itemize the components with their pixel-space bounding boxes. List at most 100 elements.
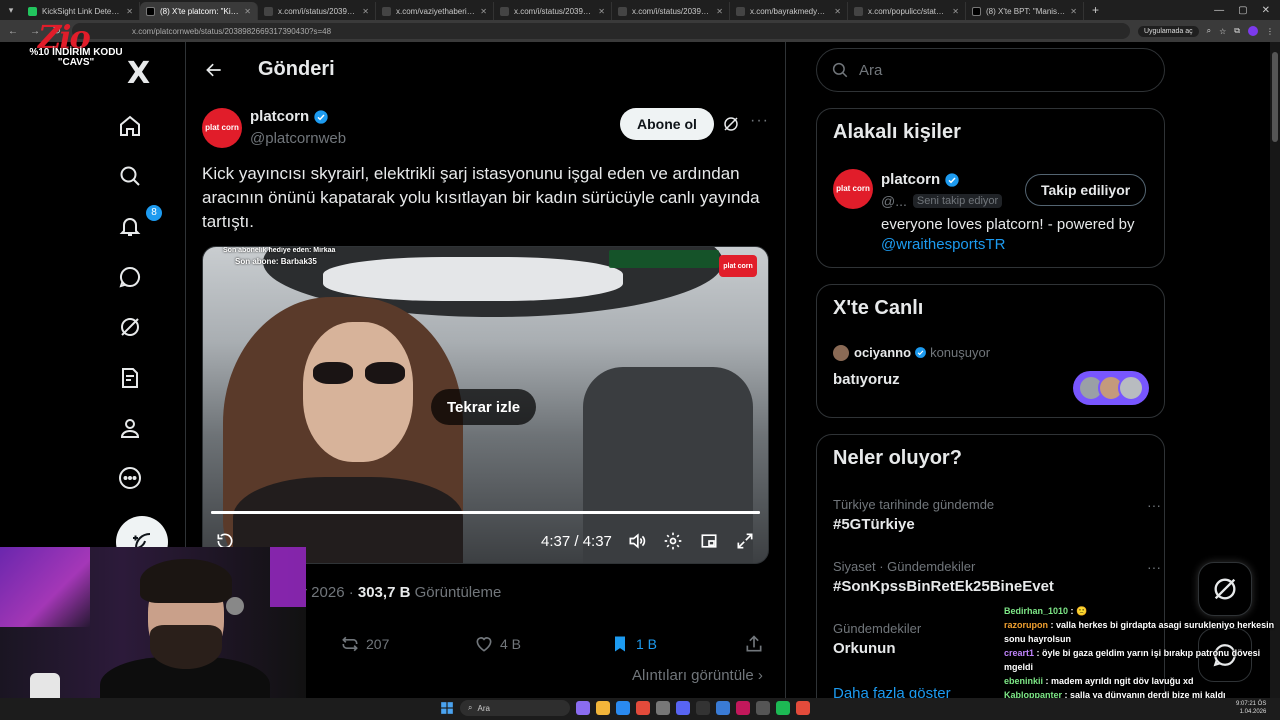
taskbar-app-icon[interactable] — [656, 701, 670, 715]
browser-menu-icon[interactable]: ⋮ — [1266, 27, 1274, 36]
close-icon[interactable]: ✕ — [598, 7, 605, 16]
chat-text: : madem ayrıldı ngit döv lavuğu xd — [1043, 676, 1194, 686]
related-people-card: Alakalı kişiler plat corn platcorn @... … — [816, 108, 1165, 268]
trend-name: #5GTürkiye — [833, 516, 915, 533]
windows-start-icon[interactable] — [440, 701, 454, 715]
user-handle[interactable]: @... — [881, 193, 907, 209]
tab-favicon — [264, 6, 273, 16]
file-explorer-icon[interactable] — [596, 701, 610, 715]
trend-more-icon[interactable]: ··· — [1147, 497, 1161, 513]
tab-favicon — [146, 6, 155, 16]
taskbar-search[interactable]: ⌕ Ara — [460, 700, 570, 716]
close-icon[interactable]: ✕ — [716, 7, 723, 16]
browser-tab-bar: ▾ KickSight Link Detector ✕ (8) X'te plat… — [0, 0, 1280, 20]
browser-tab[interactable]: (8) X'te BPT: "Manisa'da 2 ayd ✕ — [966, 2, 1084, 20]
browser-tab-active[interactable]: (8) X'te platcorn: "Kick yayıncısı ✕ — [140, 2, 258, 20]
back-nav-icon[interactable]: ← — [6, 26, 20, 37]
card-title: Neler oluyor? — [833, 447, 962, 469]
browser-tab[interactable]: x.com/populicc/status/19418 ✕ — [848, 2, 966, 20]
grok-explain-icon[interactable] — [722, 115, 740, 133]
lists-icon[interactable] — [117, 365, 143, 391]
home-icon[interactable] — [117, 113, 143, 139]
taskbar-app-icon[interactable] — [736, 701, 750, 715]
bookmark-count: 1 B — [636, 636, 658, 652]
repost-button[interactable]: 207 — [340, 634, 389, 654]
video-progress-bar[interactable] — [211, 511, 760, 514]
trend-more-icon[interactable]: ··· — [1147, 559, 1161, 575]
notifications-bell-icon[interactable]: 8 — [117, 205, 162, 239]
close-icon[interactable]: ✕ — [362, 7, 369, 16]
replay-button[interactable]: Tekrar izle — [431, 389, 537, 425]
post-date[interactable]: r 2026 · — [302, 584, 358, 601]
close-icon[interactable]: ✕ — [480, 7, 487, 16]
taskbar-app-icon[interactable] — [696, 701, 710, 715]
page-scrollbar[interactable] — [1270, 42, 1280, 698]
browser-tab[interactable]: x.com/vaziyethaberi/status/20 ✕ — [376, 2, 494, 20]
tab-list-menu-icon[interactable]: ▾ — [0, 0, 22, 20]
video-player[interactable]: plat corn Son abonelik hediye eden: Mirk… — [202, 246, 769, 564]
taskbar-app-icon[interactable] — [716, 701, 730, 715]
profile-icon[interactable] — [117, 415, 143, 441]
trend-item[interactable]: Türkiye tarihinde gündemde #5GTürkiye ··… — [833, 497, 1161, 533]
system-clock[interactable]: 9:07:21 ÖS 1.04.2026 — [1236, 700, 1266, 716]
tab-label: x.com/bayrakmedya/status/20 — [750, 6, 830, 16]
maximize-icon[interactable]: ▢ — [1238, 5, 1247, 16]
chrome-icon[interactable] — [636, 701, 650, 715]
volume-icon[interactable] — [627, 531, 647, 551]
post-text: Kick yayıncısı skyrairl, elektrikli şarj… — [202, 164, 760, 231]
search-icon[interactable] — [117, 163, 143, 189]
settings-gear-icon[interactable] — [663, 531, 683, 551]
fullscreen-icon[interactable] — [735, 531, 755, 551]
close-icon[interactable]: ✕ — [952, 7, 959, 16]
taskbar-app-icon[interactable] — [616, 701, 630, 715]
taskbar-app-icon[interactable] — [796, 701, 810, 715]
post-more-icon[interactable]: ··· — [750, 112, 769, 130]
bookmark-star-icon[interactable]: ☆ — [1219, 27, 1226, 36]
page-title: Gönderi — [258, 58, 335, 80]
author-name-link[interactable]: platcorn — [250, 108, 329, 125]
address-bar[interactable]: x.com/platcornweb/status/203898266931739… — [72, 23, 1130, 39]
search-input[interactable]: Ara — [816, 48, 1165, 92]
author-avatar[interactable]: plat corn — [202, 108, 242, 148]
live-spaces-card[interactable]: X'te Canlı ociyanno konuşuyor batıyoruz — [816, 284, 1165, 418]
close-icon[interactable]: ✕ — [834, 7, 841, 16]
author-handle[interactable]: @platcornweb — [250, 130, 346, 147]
close-icon[interactable]: ✕ — [244, 7, 251, 16]
grok-icon[interactable] — [117, 314, 143, 340]
more-options-icon[interactable] — [117, 465, 143, 491]
view-quotes-link[interactable]: Alıntıları görüntüle › — [632, 667, 763, 684]
tab-label: (8) X'te platcorn: "Kick yayıncısı — [160, 6, 239, 16]
close-window-icon[interactable]: ✕ — [1262, 5, 1270, 16]
notification-badge: 8 — [146, 205, 162, 221]
close-icon[interactable]: ✕ — [1070, 7, 1077, 16]
bio-mention-link[interactable]: @wraithesportsTR — [881, 236, 1005, 253]
minimize-icon[interactable]: — — [1214, 5, 1224, 16]
trend-item[interactable]: Siyaset · Gündemdekiler #SonKpssBinRetEk… — [833, 559, 1161, 595]
avatar[interactable]: plat corn — [833, 169, 873, 209]
x-logo-icon[interactable]: X — [127, 56, 150, 91]
new-tab-button[interactable]: + — [1084, 3, 1107, 17]
browser-tab[interactable]: x.com/i/status/20393730221 ✕ — [494, 2, 612, 20]
close-icon[interactable]: ✕ — [126, 7, 133, 16]
zoom-icon[interactable]: ⌕ — [1207, 26, 1211, 36]
grok-chat-icon[interactable] — [117, 264, 143, 290]
subscribe-button[interactable]: Abone ol — [620, 108, 714, 140]
taskbar-app-icon[interactable] — [576, 701, 590, 715]
following-button[interactable]: Takip ediliyor — [1025, 174, 1147, 206]
related-user-name[interactable]: platcorn — [881, 171, 960, 188]
back-arrow-icon[interactable] — [204, 60, 224, 80]
browser-tab[interactable]: x.com/bayrakmedya/status/20 ✕ — [730, 2, 848, 20]
share-button[interactable] — [744, 634, 764, 654]
open-in-app-button[interactable]: Uygulamada aç — [1137, 25, 1199, 37]
scrollbar-thumb[interactable] — [1272, 52, 1278, 142]
spotify-icon[interactable] — [776, 701, 790, 715]
browser-tab[interactable]: x.com/i/status/203921517108 ✕ — [258, 2, 376, 20]
extensions-icon[interactable]: ⧉ — [1234, 26, 1240, 36]
like-button[interactable]: 4 B — [474, 634, 521, 654]
taskbar-app-icon[interactable] — [756, 701, 770, 715]
browser-tab[interactable]: x.com/i/status/20393734733 ✕ — [612, 2, 730, 20]
discord-icon[interactable] — [676, 701, 690, 715]
profile-avatar[interactable] — [1248, 26, 1258, 36]
picture-in-picture-icon[interactable] — [699, 531, 719, 551]
bookmark-button[interactable]: 1 B — [610, 634, 657, 654]
